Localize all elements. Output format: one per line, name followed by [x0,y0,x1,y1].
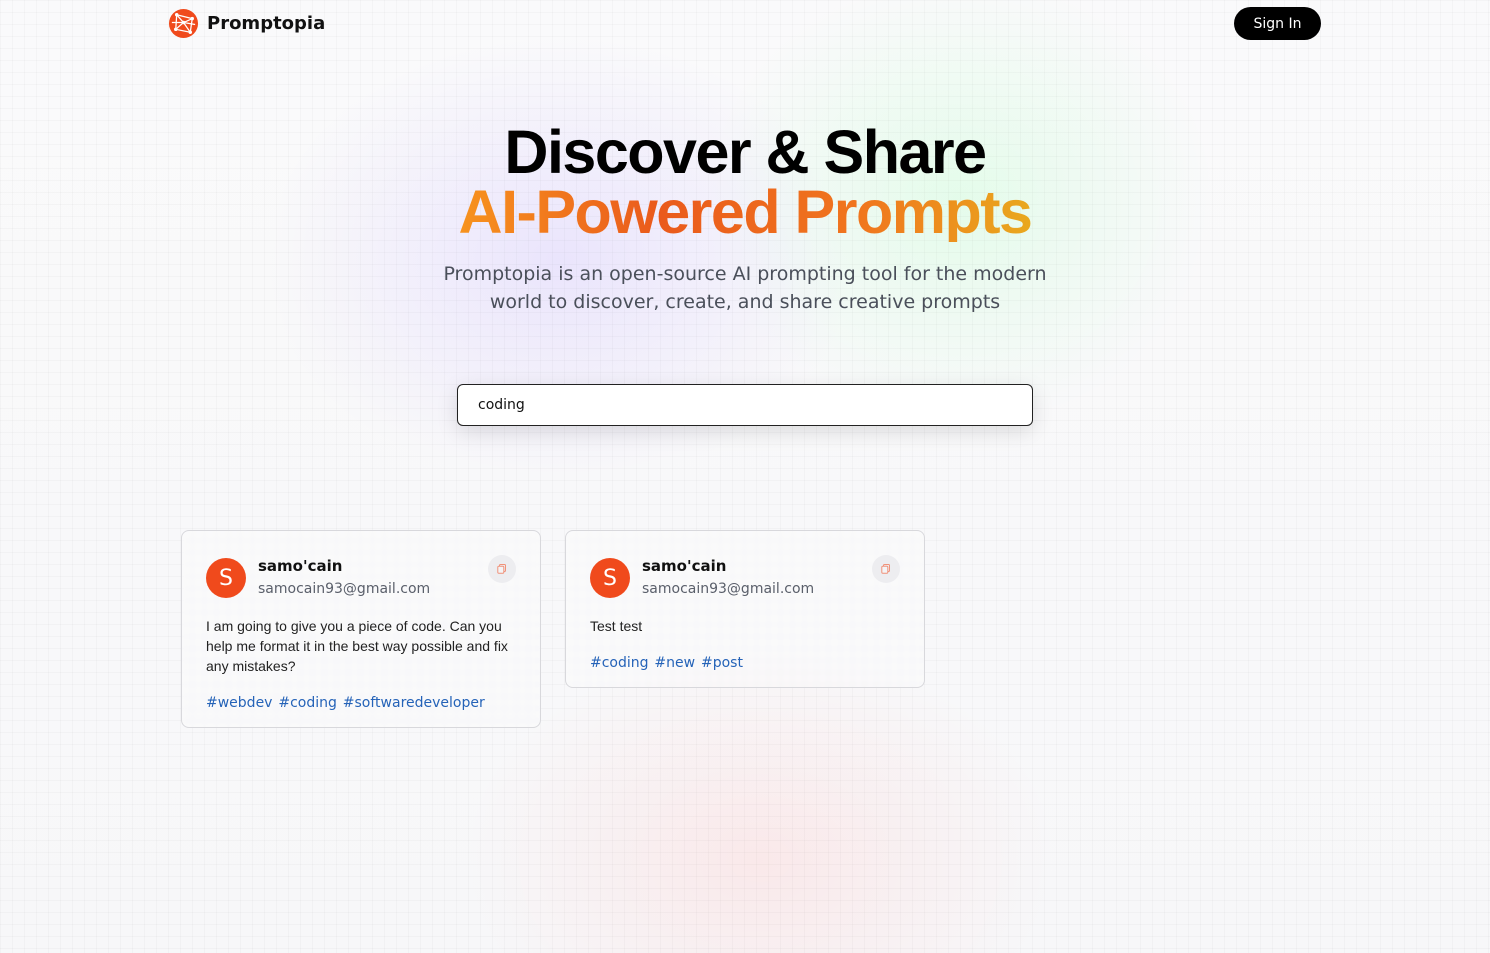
avatar[interactable]: S [590,558,630,598]
card-header[interactable]: S samo'cain samocain93@gmail.com [206,555,516,600]
avatar[interactable]: S [206,558,246,598]
tag[interactable]: #new [654,655,695,671]
brand-name: Promptopia [207,13,326,34]
prompt-card: S samo'cain samocain93@gmail.com Test te… [565,530,925,688]
username[interactable]: samo'cain [642,555,814,577]
copy-icon [497,564,506,574]
copy-button[interactable] [872,555,900,583]
user-email: samocain93@gmail.com [258,581,431,597]
tag[interactable]: #post [701,655,743,671]
username[interactable]: samo'cain [258,555,430,577]
user-info: samo'cain samocain93@gmail.com [642,555,814,600]
tag-list: #webdev #coding #softwaredeveloper [206,692,516,713]
card-header[interactable]: S samo'cain samocain93@gmail.com [590,555,900,600]
prompt-text: I am going to give you a piece of code. … [206,618,508,674]
hero-description: Promptopia is an open-source AI promptin… [443,263,1047,313]
search-input[interactable] [457,384,1033,426]
prompt-card: S samo'cain samocain93@gmail.com I am go… [181,530,541,728]
hero: Discover & Share AI-Powered Prompts Prom… [0,122,1490,316]
copy-icon [881,564,890,574]
tag[interactable]: #softwaredeveloper [343,695,485,711]
brand-link[interactable]: Promptopia [168,8,325,39]
copy-button[interactable] [488,555,516,583]
hero-title: Discover & Share AI-Powered Prompts [0,122,1490,246]
tag-list: #coding #new #post [590,652,900,673]
tag[interactable]: #webdev [206,695,272,711]
prompt-text: Test test [590,618,643,634]
sign-in-button[interactable]: Sign In [1234,7,1321,40]
top-nav: Promptopia Sign In [168,7,1321,40]
user-email: samocain93@gmail.com [642,581,815,597]
hero-title-line2: AI-Powered Prompts [458,178,1033,246]
hero-title-line1: Discover & Share [504,118,987,186]
tag[interactable]: #coding [278,695,337,711]
user-info: samo'cain samocain93@gmail.com [258,555,430,600]
logo-icon [168,8,199,39]
tag[interactable]: #coding [590,655,649,671]
